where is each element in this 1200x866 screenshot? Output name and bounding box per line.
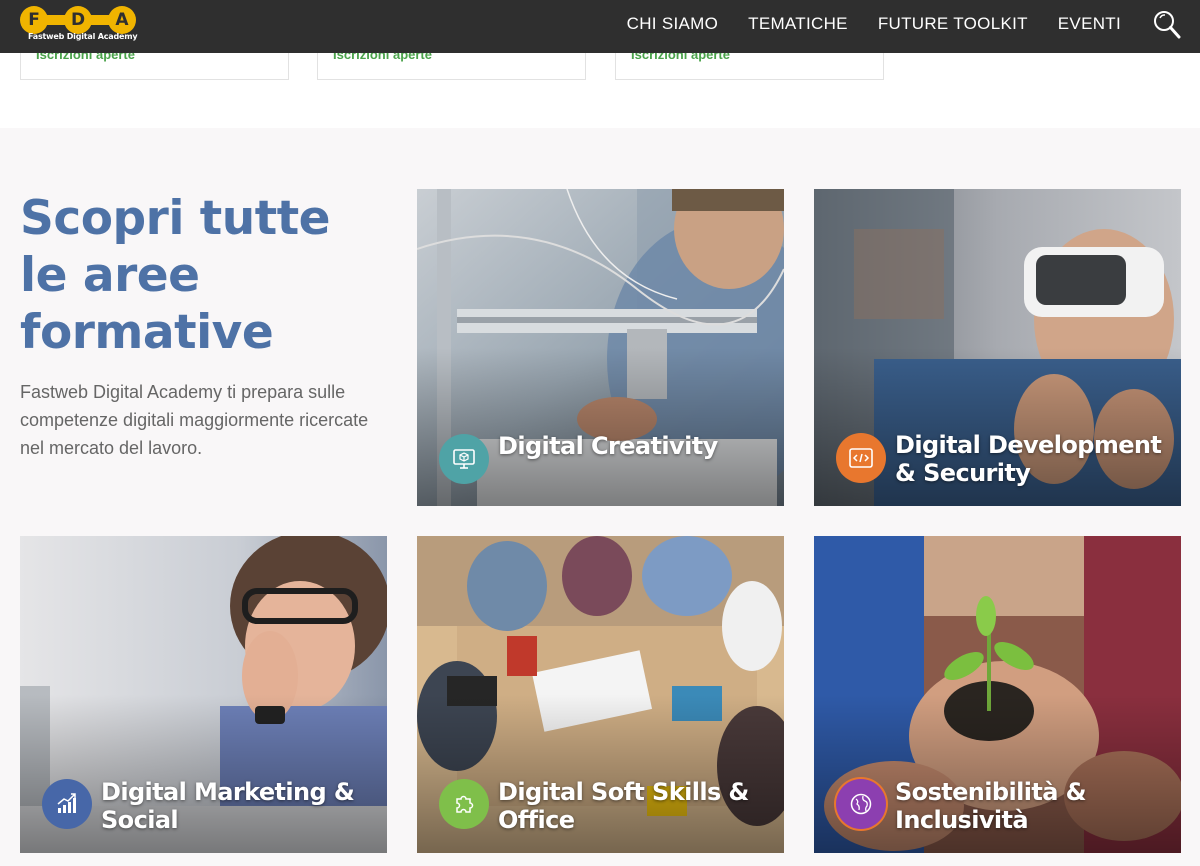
area-card-digital-marketing[interactable]: Digital Marketing & Social [20, 536, 387, 853]
course-card-2[interactable]: Iscrizioni aperte [317, 47, 586, 80]
area-card-digital-development[interactable]: Digital Development & Security [814, 189, 1181, 506]
nav-chi-siamo[interactable]: CHI SIAMO [627, 14, 719, 34]
course-cards-strip: Iscrizioni aperte Iscrizioni aperte Iscr… [0, 47, 1200, 128]
search-icon[interactable] [1153, 10, 1181, 40]
code-icon [849, 448, 873, 468]
area-card-digital-creativity[interactable]: Digital Creativity [417, 189, 784, 506]
course-card-3[interactable]: Iscrizioni aperte [615, 47, 884, 80]
course-card-1[interactable]: Iscrizioni aperte [20, 47, 289, 80]
site-header: F D A Fastweb Digital Academy CHI SIAMO … [0, 0, 1200, 53]
nav-eventi[interactable]: EVENTI [1058, 14, 1121, 34]
area-label: Digital Marketing & Social [101, 778, 355, 834]
area-badge [439, 779, 489, 829]
area-card-sostenibilita[interactable]: Sostenibilità & Inclusività [814, 536, 1181, 853]
growth-chart-icon [57, 793, 76, 813]
logo-letter-f: F [20, 6, 48, 34]
area-label: Sostenibilità & Inclusività [895, 778, 1087, 834]
section-title: Scopri tutte le aree formative [20, 191, 331, 360]
section-description: Fastweb Digital Academy ti prepara sulle… [20, 382, 369, 458]
logo-letter-d: D [64, 6, 92, 34]
monitor-cube-icon [453, 449, 475, 469]
area-badge [836, 433, 886, 483]
area-label: Digital Development & Security [895, 431, 1162, 487]
area-badge [836, 779, 886, 829]
area-badge [439, 434, 489, 484]
fda-logo[interactable]: F D A Fastweb Digital Academy [20, 6, 138, 44]
globe-icon [850, 793, 872, 815]
main-nav: CHI SIAMO TEMATICHE FUTURE TOOLKIT EVENT… [627, 14, 1121, 34]
logo-mark: F D A [20, 6, 136, 34]
nav-future-toolkit[interactable]: FUTURE TOOLKIT [878, 14, 1028, 34]
area-badge [42, 779, 92, 829]
logo-letter-a: A [108, 6, 136, 34]
area-card-digital-soft-skills[interactable]: Digital Soft Skills & Office [417, 536, 784, 853]
puzzle-icon [456, 795, 474, 813]
nav-tematiche[interactable]: TEMATICHE [748, 14, 848, 34]
area-label: Digital Soft Skills & Office [498, 778, 749, 834]
logo-subtitle: Fastweb Digital Academy [28, 32, 138, 41]
area-label: Digital Creativity [498, 432, 718, 460]
